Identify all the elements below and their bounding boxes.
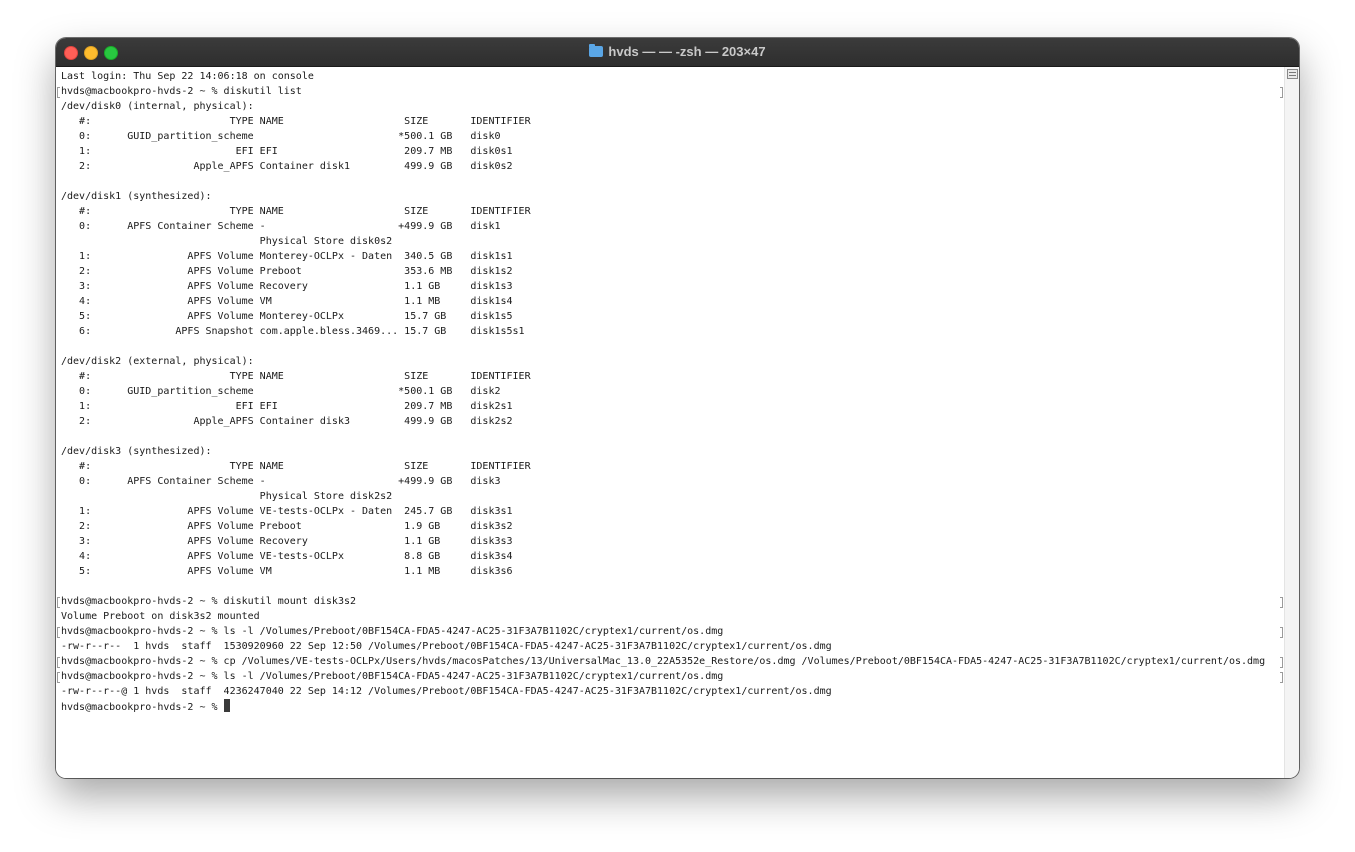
terminal-line: Last login: Thu Sep 22 14:06:18 on conso… (61, 71, 314, 82)
terminal-line: 0: APFS Container Scheme - +499.9 GB dis… (61, 476, 501, 487)
prompt-text: hvds@macbookpro-hvds-2 ~ % (61, 702, 224, 713)
terminal-content[interactable]: Last login: Thu Sep 22 14:06:18 on conso… (56, 67, 1285, 778)
folder-icon (589, 44, 604, 57)
window-title-text: hvds — — -zsh — 203×47 (608, 44, 766, 59)
terminal-line: /dev/disk0 (internal, physical): (61, 101, 254, 112)
prompt-mark (57, 672, 60, 683)
terminal-line: 0: GUID_partition_scheme *500.1 GB disk2 (61, 386, 501, 397)
terminal-line: hvds@macbookpro-hvds-2 ~ % ls -l /Volume… (61, 626, 724, 637)
split-pane-icon[interactable] (1287, 69, 1298, 79)
prompt-mark (1280, 672, 1283, 683)
terminal-output[interactable]: Last login: Thu Sep 22 14:06:18 on conso… (61, 69, 1265, 714)
prompt-mark (57, 657, 60, 668)
terminal-line: 0: GUID_partition_scheme *500.1 GB disk0 (61, 131, 501, 142)
terminal-line: hvds@macbookpro-hvds-2 ~ % diskutil list (61, 86, 302, 97)
prompt-mark (57, 597, 60, 608)
terminal-line: #: TYPE NAME SIZE IDENTIFIER (61, 206, 531, 217)
title-bar[interactable]: hvds — — -zsh — 203×47 (56, 38, 1299, 67)
terminal-line: Physical Store disk2s2 (61, 491, 393, 502)
prompt-mark (1280, 597, 1283, 608)
prompt-mark (57, 627, 60, 638)
terminal-line: -rw-r--r-- 1 hvds staff 1530920960 22 Se… (61, 641, 832, 652)
scrollbar[interactable] (1284, 67, 1299, 778)
text-cursor (223, 699, 230, 712)
prompt-mark (1280, 87, 1283, 98)
terminal-line: 2: APFS Volume Preboot 1.9 GB disk3s2 (61, 521, 513, 532)
terminal-line: 2: Apple_APFS Container disk3 499.9 GB d… (61, 416, 513, 427)
prompt-mark (1280, 657, 1283, 668)
prompt-line[interactable]: hvds@macbookpro-hvds-2 ~ % (61, 699, 1265, 714)
terminal-line: 4: APFS Volume VM 1.1 MB disk1s4 (61, 296, 513, 307)
terminal-line: 1: APFS Volume VE-tests-OCLPx - Daten 24… (61, 506, 513, 517)
terminal-line: hvds@macbookpro-hvds-2 ~ % diskutil moun… (61, 596, 357, 607)
terminal-line: /dev/disk2 (external, physical): (61, 356, 254, 367)
terminal-line: 1: EFI EFI 209.7 MB disk0s1 (61, 146, 513, 157)
terminal-line: hvds@macbookpro-hvds-2 ~ % cp /Volumes/V… (61, 656, 1266, 667)
terminal-line: Physical Store disk0s2 (61, 236, 393, 247)
terminal-line: 0: APFS Container Scheme - +499.9 GB dis… (61, 221, 501, 232)
terminal-line: 6: APFS Snapshot com.apple.bless.3469...… (61, 326, 525, 337)
terminal-line: 1: APFS Volume Monterey-OCLPx - Daten 34… (61, 251, 513, 262)
terminal-line: #: TYPE NAME SIZE IDENTIFIER (61, 461, 531, 472)
terminal-line: Volume Preboot on disk3s2 mounted (61, 611, 260, 622)
terminal-window: hvds — — -zsh — 203×47 Last login: Thu S… (56, 38, 1299, 778)
terminal-line: /dev/disk3 (synthesized): (61, 446, 212, 457)
terminal-line: 5: APFS Volume VM 1.1 MB disk3s6 (61, 566, 513, 577)
terminal-line: 3: APFS Volume Recovery 1.1 GB disk3s3 (61, 536, 513, 547)
terminal-line: /dev/disk1 (synthesized): (61, 191, 212, 202)
terminal-line: 3: APFS Volume Recovery 1.1 GB disk1s3 (61, 281, 513, 292)
terminal-line: #: TYPE NAME SIZE IDENTIFIER (61, 371, 531, 382)
terminal-line: 2: Apple_APFS Container disk1 499.9 GB d… (61, 161, 513, 172)
terminal-line: 5: APFS Volume Monterey-OCLPx 15.7 GB di… (61, 311, 513, 322)
window-title: hvds — — -zsh — 203×47 (56, 38, 1299, 66)
terminal-line: 2: APFS Volume Preboot 353.6 MB disk1s2 (61, 266, 513, 277)
prompt-mark (1280, 627, 1283, 638)
terminal-line: 4: APFS Volume VE-tests-OCLPx 8.8 GB dis… (61, 551, 513, 562)
prompt-mark (57, 87, 60, 98)
terminal-line: hvds@macbookpro-hvds-2 ~ % ls -l /Volume… (61, 671, 724, 682)
terminal-line: -rw-r--r--@ 1 hvds staff 4236247040 22 S… (61, 686, 832, 697)
terminal-line: #: TYPE NAME SIZE IDENTIFIER (61, 116, 531, 127)
terminal-line: 1: EFI EFI 209.7 MB disk2s1 (61, 401, 513, 412)
